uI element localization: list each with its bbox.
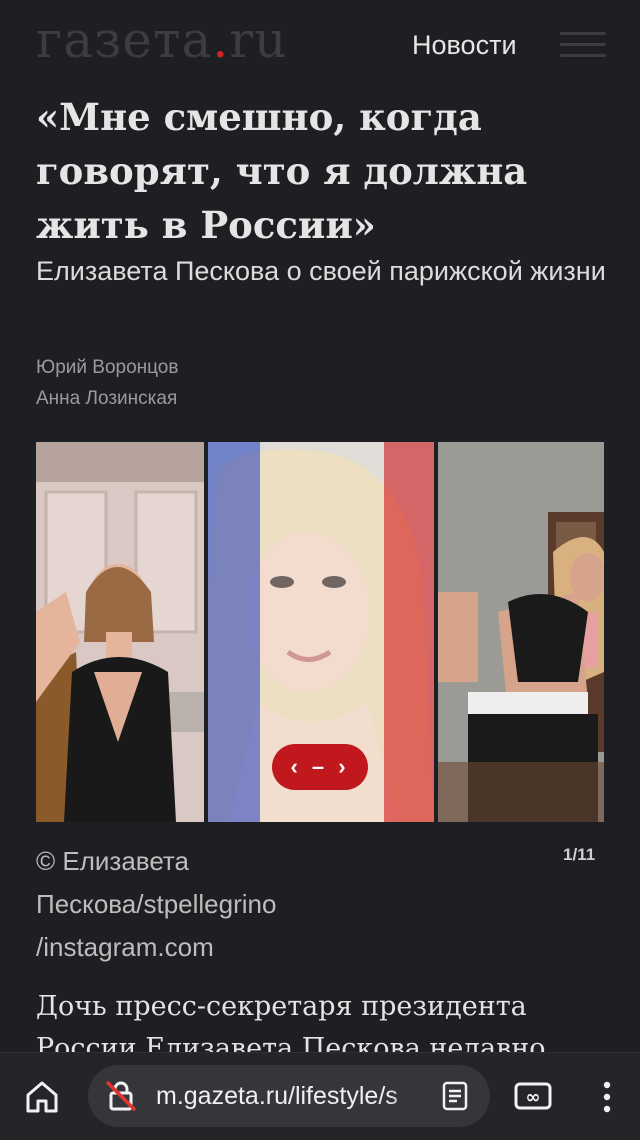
reader-mode-icon[interactable]: [440, 1081, 470, 1111]
site-header: газета.ru Новости: [0, 0, 640, 88]
url-text: m.gazeta.ru/lifestyle/s: [156, 1082, 398, 1110]
lock-off-icon[interactable]: [104, 1079, 138, 1113]
site-logo[interactable]: газета.ru: [36, 10, 287, 70]
address-bar[interactable]: m.gazeta.ru/lifestyle/s: [88, 1065, 490, 1127]
gallery-photo: [36, 442, 204, 822]
author-link[interactable]: Юрий Воронцов: [36, 356, 178, 380]
gallery-compare-slider[interactable]: ‹ – ›: [272, 744, 368, 790]
url-fade: [388, 1065, 428, 1127]
logo-dot: .: [212, 11, 230, 69]
nav-news-link[interactable]: Новости: [412, 28, 517, 62]
more-vert-icon[interactable]: [592, 1077, 622, 1117]
browser-toolbar: m.gazeta.ru/lifestyle/s ∞: [0, 1052, 640, 1140]
home-icon[interactable]: [22, 1077, 62, 1117]
logo-main: газета: [36, 11, 213, 69]
gallery-counter: 1/11: [563, 845, 596, 864]
svg-text:∞: ∞: [526, 1087, 541, 1108]
author-link[interactable]: Анна Лозинская: [36, 387, 177, 411]
article-headline: «Мне смешно, когда говорят, что я должна…: [36, 95, 528, 247]
photo-gallery[interactable]: ‹ – ›: [36, 442, 604, 822]
tab-switcher-icon[interactable]: ∞: [512, 1079, 554, 1113]
photo-caption: © Елизавета Пескова/stpellegrino /instag…: [36, 846, 277, 962]
gallery-photo: [438, 442, 604, 822]
article-subtitle: Елизавета Пескова о своей парижской жизн…: [36, 256, 606, 286]
logo-tld: ru: [229, 11, 288, 69]
hamburger-menu-icon[interactable]: [560, 30, 606, 60]
page: газета.ru Новости «Мне смешно, когда гов…: [0, 0, 640, 1140]
